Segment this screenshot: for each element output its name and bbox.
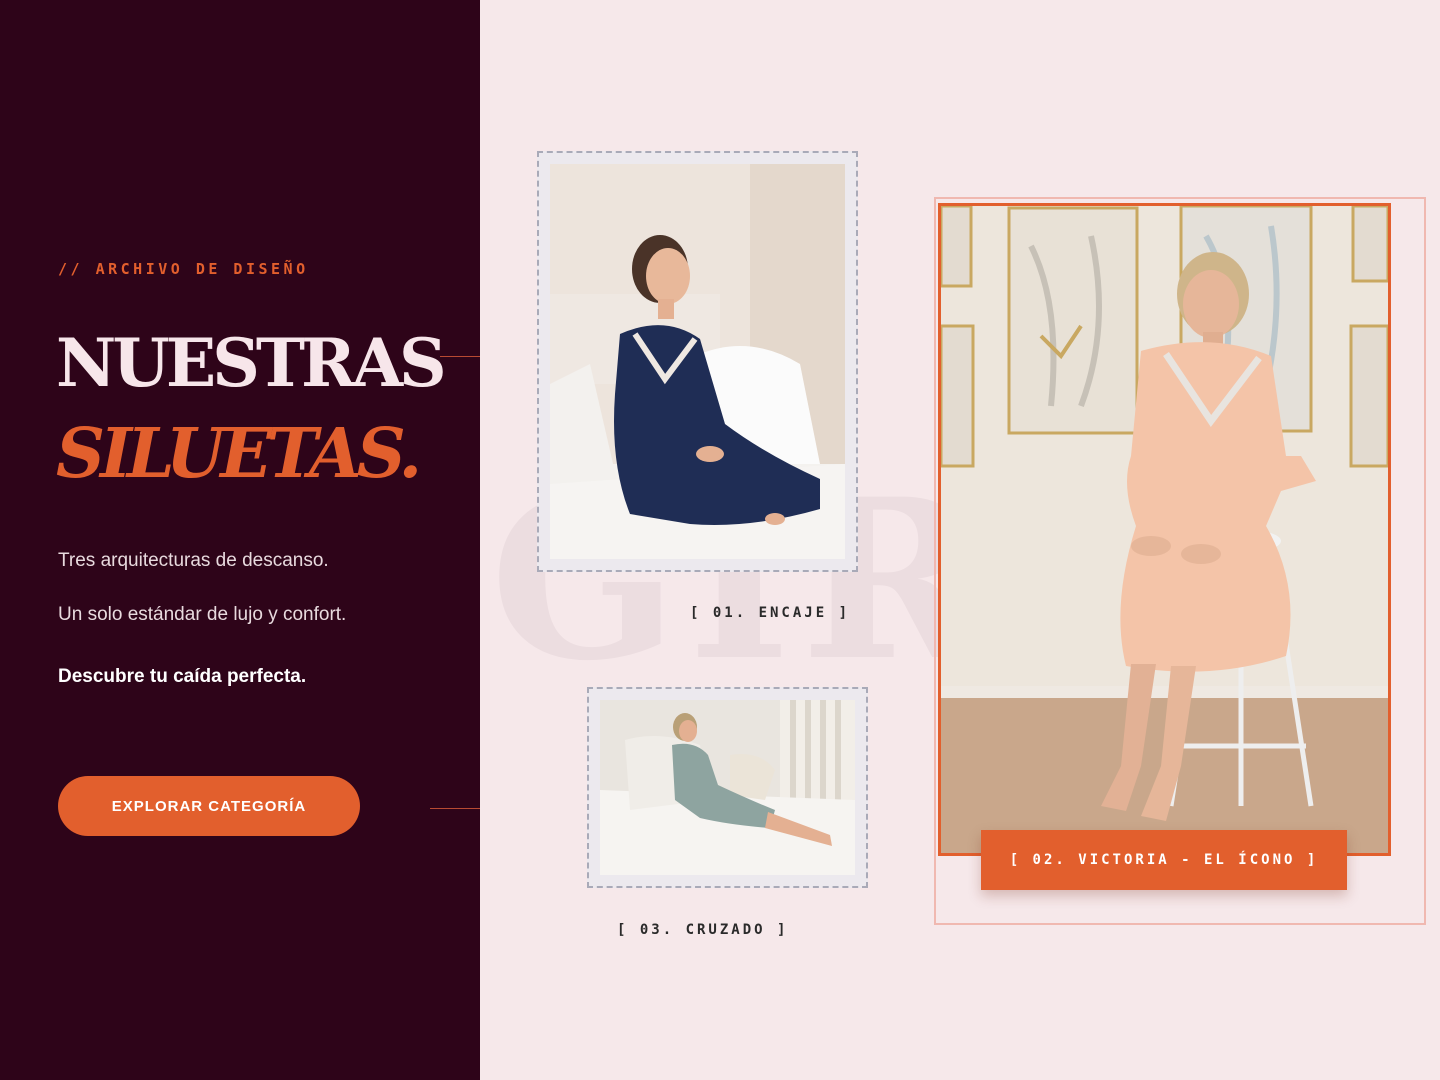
product-photo-victoria[interactable] [938,203,1391,856]
product-photo-cruzado[interactable] [600,700,855,875]
gallery-panel: GIRA [ 01. ENCAJE ] [03. CRUZADO] [02… [480,0,1440,1080]
product-photo-encaje[interactable] [550,164,845,559]
hero-title: NUESTRAS [56,324,447,402]
caption-victoria: [ 02. VICTORIA - EL ÍCONO ] [981,830,1347,890]
hero-text-3: Descubre tu caída perfecta. [58,666,307,687]
explore-category-button[interactable]: EXPLORAR CATEGORÍA [58,776,360,836]
product-card-encaje[interactable] [537,151,858,572]
caption-cruzado: [ 03. CRUZADO ] [617,922,789,938]
hero-panel: // ARCHIVO DE DISEÑO NUESTRAS SILUETAS. … [0,0,480,1080]
product-card-cruzado[interactable] [587,687,868,888]
hero-title-accent: SILUETAS. [56,414,422,494]
hero-text-2: Un solo estándar de lujo y confort. [58,604,347,625]
eyebrow-label: // ARCHIVO DE DISEÑO [58,260,309,278]
hero-text-1: Tres arquitecturas de descanso. [58,550,329,571]
caption-encaje: [ 01. ENCAJE ] [690,605,851,621]
